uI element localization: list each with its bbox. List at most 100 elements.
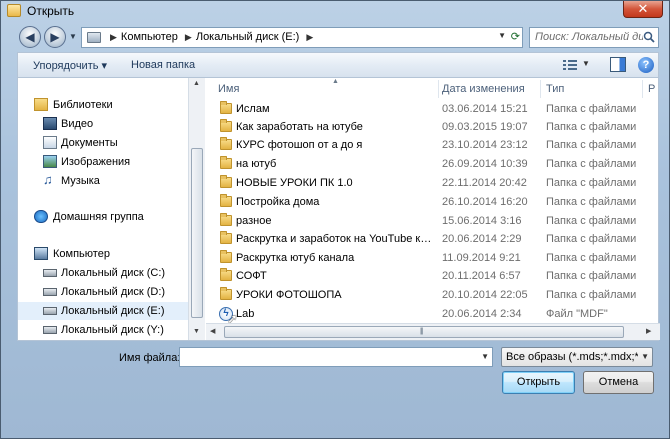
- computer-small-icon: [87, 32, 101, 43]
- file-name: Как заработать на ютубе: [236, 121, 363, 133]
- column-divider[interactable]: [642, 80, 643, 98]
- close-button[interactable]: ✕: [623, 1, 663, 18]
- filename-field[interactable]: ▼: [179, 347, 493, 367]
- refresh-icon[interactable]: ⟳: [511, 30, 520, 43]
- filename-dropdown-icon[interactable]: ▼: [481, 352, 489, 361]
- sidebar-item-libraries[interactable]: Библиотеки: [18, 96, 188, 114]
- help-icon[interactable]: ?: [638, 57, 654, 73]
- sidebar-item-drive-y[interactable]: Локальный диск (Y:): [18, 321, 188, 339]
- file-list: ▲ Имя Дата изменения Тип Р Ислам 03.06.20…: [206, 78, 660, 340]
- table-row[interactable]: Раскрутка ютуб канала 11.09.2014 9:21 Папк…: [206, 249, 660, 267]
- sidebar-item-label: Локальный диск (C:): [61, 267, 166, 279]
- grip-icon: |||: [420, 328, 424, 335]
- scroll-left-icon[interactable]: ◀: [210, 327, 215, 335]
- file-date: 20.06.2014 2:34: [442, 308, 522, 320]
- column-divider[interactable]: [540, 80, 541, 98]
- table-row[interactable]: Ислам 03.06.2014 15:21 Папка с файлами: [206, 100, 660, 118]
- file-date: 09.03.2015 19:07: [442, 121, 528, 133]
- view-options-chevron-icon[interactable]: ▼: [582, 59, 590, 68]
- breadcrumb-separator-icon[interactable]: ▶: [110, 32, 117, 42]
- sidebar-item-drive-d[interactable]: Локальный диск (D:): [18, 283, 188, 301]
- table-row[interactable]: КУРС фотошоп от а до я 23.10.2014 23:12 Па…: [206, 136, 660, 154]
- browser-pane: Библиотеки Видео Документы Изображения ♫…: [17, 78, 660, 341]
- table-row[interactable]: СОФТ 20.11.2014 6:57 Папка с файлами: [206, 267, 660, 285]
- search-icon[interactable]: [643, 31, 655, 43]
- sort-ascending-icon: ▲: [332, 78, 339, 85]
- file-name: СОФТ: [236, 270, 267, 282]
- cancel-button[interactable]: Отмена: [583, 371, 654, 394]
- documents-icon: [43, 136, 57, 149]
- sidebar-item-video[interactable]: Видео: [18, 115, 188, 133]
- table-row[interactable]: Раскрутка и заработок на YouTube кан... 2…: [206, 230, 660, 248]
- folder-icon: [220, 268, 232, 281]
- folder-icon: [220, 213, 232, 226]
- open-button[interactable]: Открыть: [502, 371, 575, 394]
- sidebar-item-drive-e[interactable]: Локальный диск (E:): [18, 302, 188, 320]
- preview-pane-icon[interactable]: [610, 57, 626, 72]
- column-header-size[interactable]: Р: [648, 78, 655, 100]
- navigation-scroll-thumb[interactable]: [191, 148, 203, 318]
- column-header-date[interactable]: Дата изменения: [442, 78, 525, 100]
- app-icon: [7, 4, 21, 17]
- sidebar-item-drive-c[interactable]: Локальный диск (C:): [18, 264, 188, 282]
- back-button[interactable]: ◀: [19, 26, 41, 48]
- file-type: Папка с файлами: [546, 139, 637, 151]
- recent-locations-chevron-icon[interactable]: ▼: [69, 32, 77, 41]
- window-title: Открыть: [27, 4, 75, 18]
- file-date: 20.10.2014 22:05: [442, 289, 528, 301]
- file-date: 20.06.2014 2:29: [442, 233, 522, 245]
- file-type-filter[interactable]: Все образы (*.mds;*.mdx;*.b ▼: [501, 347, 653, 367]
- view-options-icon[interactable]: [563, 59, 577, 71]
- table-row[interactable]: ϟ Lab 20.06.2014 2:34 Файл "MDF" ➚: [206, 305, 660, 326]
- breadcrumb-separator-icon[interactable]: ▶: [185, 32, 192, 42]
- navigation-pane: Библиотеки Видео Документы Изображения ♫…: [18, 78, 188, 340]
- file-name: Постройка дома: [236, 196, 320, 208]
- breadcrumb-computer[interactable]: Компьютер: [121, 31, 178, 43]
- organize-button[interactable]: Упорядочить ▾: [33, 59, 107, 72]
- sidebar-item-label: Локальный диск (Y:): [61, 324, 164, 336]
- column-header-type[interactable]: Тип: [546, 78, 564, 100]
- breadcrumb-separator-icon[interactable]: ▶: [306, 32, 313, 42]
- column-divider[interactable]: [438, 80, 439, 98]
- folder-icon: [220, 137, 232, 150]
- sidebar-item-documents[interactable]: Документы: [18, 134, 188, 152]
- sidebar-item-homegroup[interactable]: Домашняя группа: [18, 208, 188, 226]
- table-row[interactable]: УРОКИ ФОТОШОПА 20.10.2014 22:05 Папка с фа…: [206, 286, 660, 304]
- scroll-right-icon[interactable]: ▶: [646, 327, 651, 335]
- table-row[interactable]: Постройка дома 26.10.2014 16:20 Папка с фа…: [206, 193, 660, 211]
- file-date: 15.06.2014 3:16: [442, 215, 522, 227]
- forward-button[interactable]: ▶: [44, 26, 66, 48]
- file-date: 20.11.2014 6:57: [442, 270, 521, 282]
- sidebar-item-music[interactable]: ♫ Музыка: [18, 172, 188, 190]
- breadcrumb-drive-e[interactable]: Локальный диск (E:): [196, 31, 300, 43]
- table-row[interactable]: НОВЫЕ УРОКИ ПК 1.0 22.11.2014 20:42 Папка …: [206, 174, 660, 192]
- table-row[interactable]: разное 15.06.2014 3:16 Папка с файлами: [206, 212, 660, 230]
- address-dropdown-icon[interactable]: ▼: [498, 31, 506, 40]
- title-bar: Открыть ✕: [1, 1, 669, 21]
- breadcrumb: ▶ Компьютер ▶ Локальный диск (E:) ▶: [106, 31, 317, 43]
- file-name: Ислам: [236, 103, 270, 115]
- sidebar-item-label: Локальный диск (E:): [61, 305, 165, 317]
- file-type-dropdown-icon[interactable]: ▼: [641, 352, 649, 361]
- open-file-dialog: Открыть ✕ ◀ ▶ ▼ ▶ Компьютер ▶ Локальный ди…: [0, 0, 670, 439]
- table-row[interactable]: на ютуб 26.09.2014 10:39 Папка с файлами: [206, 155, 660, 173]
- address-bar[interactable]: ▶ Компьютер ▶ Локальный диск (E:) ▶ ▼ ⟳: [81, 27, 523, 48]
- sidebar-item-label: Библиотеки: [53, 99, 113, 111]
- table-row[interactable]: Как заработать на ютубе 09.03.2015 19:07 П…: [206, 118, 660, 136]
- file-type: Папка с файлами: [546, 158, 637, 170]
- search-input[interactable]: Поиск: Локальный дис...: [535, 31, 643, 43]
- folder-icon: [220, 287, 232, 300]
- folder-icon: [220, 101, 232, 114]
- sidebar-item-computer[interactable]: Компьютер: [18, 245, 188, 263]
- scroll-down-icon[interactable]: ▼: [193, 328, 200, 335]
- file-type: Папка с файлами: [546, 289, 637, 301]
- navigation-scrollbar[interactable]: ▲ ▼: [188, 78, 205, 340]
- column-header-name[interactable]: Имя: [218, 78, 239, 100]
- file-list-horizontal-scrollbar[interactable]: ◀ ||| ▶: [206, 323, 660, 340]
- search-box[interactable]: Поиск: Локальный дис...: [529, 27, 659, 48]
- horizontal-scroll-thumb[interactable]: |||: [224, 326, 624, 338]
- folder-icon: [220, 231, 232, 244]
- sidebar-item-pictures[interactable]: Изображения: [18, 153, 188, 171]
- new-folder-button[interactable]: Новая папка: [131, 59, 195, 71]
- scroll-up-icon[interactable]: ▲: [193, 80, 200, 87]
